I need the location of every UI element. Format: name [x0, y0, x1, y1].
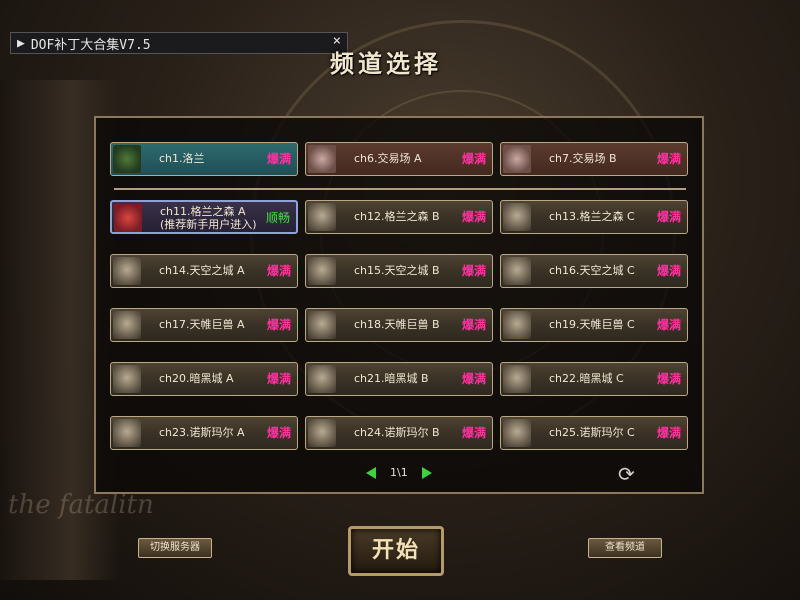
- prev-page-icon[interactable]: [366, 466, 376, 479]
- channel-name: ch22.暗黑城 C: [549, 372, 624, 385]
- tree-icon: [113, 145, 141, 173]
- channel-card-ch13[interactable]: ch13.格兰之森 C 爆满: [500, 200, 688, 234]
- character-icon: [114, 204, 142, 232]
- channel-name: ch20.暗黑城 A: [159, 372, 234, 385]
- channel-card-ch20[interactable]: ch20.暗黑城 A 爆满: [110, 362, 298, 396]
- view-channel-button[interactable]: 查看频道: [588, 538, 662, 558]
- channel-status: 爆满: [656, 264, 681, 278]
- title-bar: ▶ DOF补丁大合集V7.5 ×: [10, 32, 348, 54]
- beast-icon: [308, 203, 336, 231]
- channel-name-line2: (推荐新手用户进入): [160, 218, 257, 231]
- channel-name: ch14.天空之城 A: [159, 264, 245, 277]
- divider: [114, 188, 686, 190]
- demon-icon: [308, 365, 336, 393]
- channel-card-ch17[interactable]: ch17.天帷巨兽 A 爆满: [110, 308, 298, 342]
- channel-status: 顺畅: [265, 211, 290, 225]
- next-page-icon[interactable]: [421, 466, 432, 479]
- knight-icon: [113, 257, 141, 285]
- channel-status: 爆满: [656, 152, 681, 166]
- channel-name: ch24.诺斯玛尔 B: [354, 426, 440, 439]
- pig-icon: [503, 145, 531, 173]
- channel-status: 爆满: [461, 152, 486, 166]
- channel-name: ch7.交易场 B: [549, 152, 617, 165]
- machine-icon: [503, 311, 531, 339]
- beast-icon: [503, 203, 531, 231]
- channel-status: 爆满: [461, 264, 486, 278]
- channel-card-ch7[interactable]: ch7.交易场 B 爆满: [500, 142, 688, 176]
- channel-status: 爆满: [266, 318, 291, 332]
- channel-card-ch21[interactable]: ch21.暗黑城 B 爆满: [305, 362, 493, 396]
- channel-status: 爆满: [461, 372, 486, 386]
- switch-server-button[interactable]: 切换服务器: [138, 538, 212, 558]
- background-text: the fatalitn: [8, 490, 154, 520]
- pig-icon: [308, 145, 336, 173]
- channel-name: ch1.洛兰: [159, 152, 205, 165]
- demon-icon: [503, 365, 531, 393]
- channel-status: 爆满: [656, 318, 681, 332]
- channel-card-ch6[interactable]: ch6.交易场 A 爆满: [305, 142, 493, 176]
- knight-icon: [503, 257, 531, 285]
- channel-name: ch15.天空之城 B: [354, 264, 440, 277]
- machine-icon: [308, 311, 336, 339]
- channel-status: 爆满: [461, 426, 486, 440]
- channel-status: 爆满: [656, 426, 681, 440]
- channel-name: ch21.暗黑城 B: [354, 372, 429, 385]
- channel-name: ch17.天帷巨兽 A: [159, 318, 245, 331]
- channel-card-ch14[interactable]: ch14.天空之城 A 爆满: [110, 254, 298, 288]
- channel-name: ch18.天帷巨兽 B: [354, 318, 440, 331]
- page-indicator: 1\1: [390, 466, 408, 479]
- channel-name: ch13.格兰之森 C: [549, 210, 635, 223]
- channel-card-ch19[interactable]: ch19.天帷巨兽 C 爆满: [500, 308, 688, 342]
- channel-name-line1: ch11.格兰之森 A: [160, 205, 246, 218]
- channel-card-ch22[interactable]: ch22.暗黑城 C 爆满: [500, 362, 688, 396]
- shadow-icon: [308, 419, 336, 447]
- play-icon: ▶: [17, 35, 25, 51]
- channel-status: 爆满: [266, 264, 291, 278]
- channel-name: ch11.格兰之森 A (推荐新手用户进入): [160, 205, 257, 237]
- channel-card-ch24[interactable]: ch24.诺斯玛尔 B 爆满: [305, 416, 493, 450]
- channel-name: ch23.诺斯玛尔 A: [159, 426, 245, 439]
- channel-panel: ch1.洛兰 爆满 ch6.交易场 A 爆满 ch7.交易场 B 爆满 ch11…: [94, 116, 704, 494]
- channel-status: 爆满: [461, 318, 486, 332]
- channel-status: 爆满: [266, 426, 291, 440]
- start-button[interactable]: 开始: [348, 526, 444, 576]
- channel-status: 爆满: [266, 152, 291, 166]
- pagination: 1\1: [366, 466, 432, 479]
- channel-card-ch1[interactable]: ch1.洛兰 爆满: [110, 142, 298, 176]
- channel-status: 爆满: [266, 372, 291, 386]
- channel-status: 爆满: [461, 210, 486, 224]
- channel-card-ch12[interactable]: ch12.格兰之森 B 爆满: [305, 200, 493, 234]
- knight-icon: [308, 257, 336, 285]
- channel-name: ch12.格兰之森 B: [354, 210, 440, 223]
- channel-name: ch6.交易场 A: [354, 152, 422, 165]
- channel-name: ch16.天空之城 C: [549, 264, 635, 277]
- channel-card-ch16[interactable]: ch16.天空之城 C 爆满: [500, 254, 688, 288]
- machine-icon: [113, 311, 141, 339]
- page-title: 频道选择: [330, 50, 442, 78]
- channel-name: ch19.天帷巨兽 C: [549, 318, 635, 331]
- shadow-icon: [113, 419, 141, 447]
- channel-card-ch23[interactable]: ch23.诺斯玛尔 A 爆满: [110, 416, 298, 450]
- channel-status: 爆满: [656, 210, 681, 224]
- channel-card-ch15[interactable]: ch15.天空之城 B 爆满: [305, 254, 493, 288]
- shadow-icon: [503, 419, 531, 447]
- channel-card-ch18[interactable]: ch18.天帷巨兽 B 爆满: [305, 308, 493, 342]
- channel-card-ch25[interactable]: ch25.诺斯玛尔 C 爆满: [500, 416, 688, 450]
- channel-card-ch11[interactable]: ch11.格兰之森 A (推荐新手用户进入) 顺畅: [110, 200, 298, 234]
- channel-name: ch25.诺斯玛尔 C: [549, 426, 635, 439]
- demon-icon: [113, 365, 141, 393]
- window-title: DOF补丁大合集V7.5: [30, 37, 151, 53]
- channel-status: 爆满: [656, 372, 681, 386]
- refresh-icon[interactable]: ⟳: [618, 462, 635, 486]
